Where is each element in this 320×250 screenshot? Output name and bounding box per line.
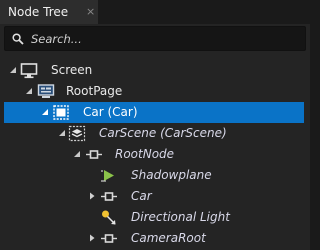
tree-item-car-node[interactable]: Car — [0, 186, 310, 207]
tree-item-car-component[interactable]: Car (Car) — [4, 102, 304, 123]
scene-icon — [68, 125, 86, 142]
tree-item-label: RootPage — [66, 84, 123, 98]
tree-item-cameraroot[interactable]: CameraRoot — [0, 228, 310, 249]
light-icon — [102, 210, 116, 225]
component-icon — [53, 105, 69, 120]
tree-item-label: RootNode — [115, 147, 175, 161]
tree-item-label: Directional Light — [131, 210, 230, 224]
expanded-arrow-icon[interactable] — [41, 108, 49, 116]
expanded-arrow-icon[interactable] — [9, 66, 17, 74]
tree-item-label: Car (Car) — [83, 105, 138, 119]
page-icon — [37, 84, 55, 98]
tree-item-label: Screen — [51, 63, 93, 77]
tab-title: Node Tree — [8, 5, 69, 19]
model-icon — [101, 170, 114, 182]
tree-item-shadowplane[interactable]: Shadowplane — [0, 165, 310, 186]
tab-node-tree[interactable]: Node Tree × — [0, 0, 98, 24]
tree-item-screen[interactable]: Screen — [0, 60, 310, 81]
tree-item-directional-light[interactable]: Directional Light — [0, 207, 310, 228]
tree-item-label: Car — [131, 189, 152, 203]
tab-bar: Node Tree × — [0, 0, 310, 24]
tree-item-carscene[interactable]: CarScene (CarScene) — [0, 123, 310, 144]
node-icon — [101, 234, 117, 243]
expanded-arrow-icon[interactable] — [73, 150, 81, 158]
search-input[interactable] — [31, 30, 301, 48]
expanded-arrow-icon[interactable] — [58, 129, 66, 137]
search-icon — [12, 33, 24, 45]
expanded-arrow-icon[interactable] — [25, 87, 33, 95]
monitor-icon — [20, 63, 38, 79]
tree-item-label: CameraRoot — [131, 231, 206, 245]
node-icon — [101, 192, 117, 201]
tree-item-rootpage[interactable]: RootPage — [0, 81, 310, 102]
node-icon — [86, 150, 102, 159]
collapsed-arrow-icon[interactable] — [88, 192, 96, 200]
close-icon[interactable]: × — [86, 5, 95, 19]
tree-item-label: CarScene (CarScene) — [99, 126, 227, 140]
search-box — [4, 26, 306, 51]
tree-item-label: Shadowplane — [131, 168, 212, 182]
tree-item-rootnode[interactable]: RootNode — [0, 144, 310, 165]
collapsed-arrow-icon[interactable] — [88, 234, 96, 242]
